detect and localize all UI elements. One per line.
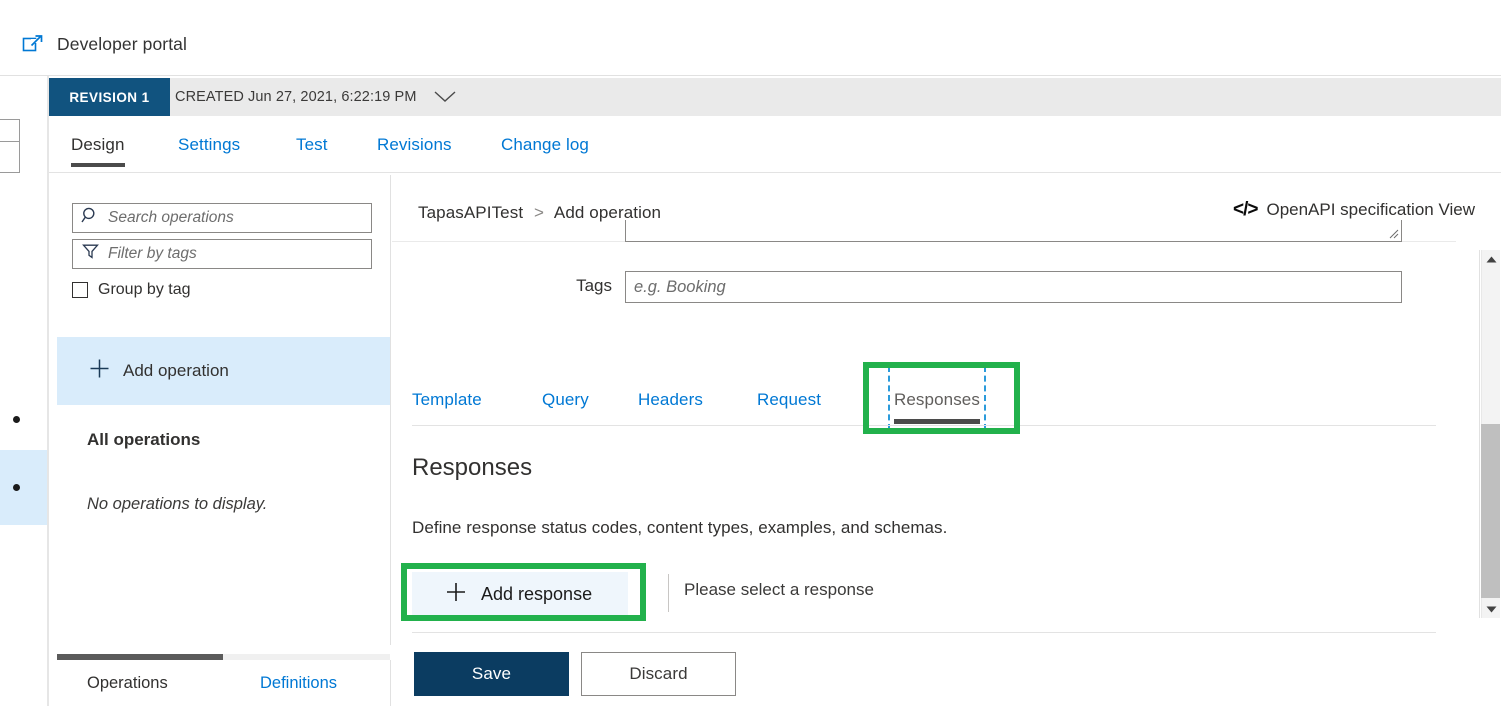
description-textarea[interactable] bbox=[625, 220, 1402, 242]
funnel-icon bbox=[81, 242, 100, 266]
tab-test-label: Test bbox=[296, 134, 328, 154]
subtab-request[interactable]: Request bbox=[757, 374, 821, 426]
tab-change-log[interactable]: Change log bbox=[501, 116, 589, 173]
all-operations-heading: All operations bbox=[87, 430, 201, 449]
discard-button[interactable]: Discard bbox=[581, 652, 736, 696]
search-placeholder: Search operations bbox=[108, 209, 234, 226]
group-by-tag-label: Group by tag bbox=[98, 281, 191, 298]
tags-input[interactable]: e.g. Booking bbox=[625, 271, 1402, 303]
tags-label: Tags bbox=[576, 276, 612, 295]
developer-portal-link[interactable]: Developer portal bbox=[22, 33, 187, 55]
developer-portal-label: Developer portal bbox=[57, 33, 188, 54]
subtab-query-label: Query bbox=[542, 390, 589, 409]
edge-bullet-1 bbox=[13, 416, 20, 423]
tab-operations[interactable]: Operations bbox=[87, 660, 168, 706]
tab-revisions[interactable]: Revisions bbox=[377, 116, 452, 173]
resize-handle-icon[interactable] bbox=[1387, 227, 1399, 239]
plus-icon bbox=[89, 358, 110, 384]
response-divider bbox=[668, 574, 669, 612]
content-right-edge bbox=[1479, 250, 1480, 618]
scroll-up-arrow-icon[interactable] bbox=[1482, 250, 1501, 268]
code-brackets-icon: </> bbox=[1232, 199, 1259, 220]
save-button[interactable]: Save bbox=[414, 652, 569, 696]
subtab-query[interactable]: Query bbox=[542, 374, 589, 426]
tags-placeholder: e.g. Booking bbox=[634, 277, 726, 296]
filter-by-tags-input[interactable]: Filter by tags bbox=[72, 239, 372, 269]
tab-design-label: Design bbox=[71, 134, 125, 154]
highlight-box-responses-tab bbox=[863, 362, 1020, 434]
breadcrumb-root[interactable]: TapasAPITest bbox=[418, 203, 523, 222]
tab-test[interactable]: Test bbox=[296, 116, 328, 173]
response-selection-hint: Please select a response bbox=[684, 580, 874, 599]
form-scroll-area: Tags e.g. Booking Template Query Headers… bbox=[392, 220, 1456, 697]
action-button-bar: Save Discard bbox=[414, 652, 736, 696]
main-content: TapasAPITest > Add operation </> OpenAPI… bbox=[392, 175, 1501, 706]
filter-placeholder: Filter by tags bbox=[108, 245, 197, 262]
no-operations-message: No operations to display. bbox=[87, 495, 268, 513]
tab-change-log-label: Change log bbox=[501, 134, 589, 154]
tab-design[interactable]: Design bbox=[71, 116, 125, 173]
tab-definitions[interactable]: Definitions bbox=[260, 660, 337, 706]
add-operation-button[interactable]: Add operation bbox=[57, 337, 390, 405]
breadcrumb-separator: > bbox=[533, 203, 545, 222]
scroll-down-arrow-icon[interactable] bbox=[1482, 600, 1501, 618]
main-tab-divider bbox=[49, 172, 1501, 173]
checkbox-box bbox=[72, 282, 88, 298]
main-tab-bar: Design Settings Test Revisions Change lo… bbox=[49, 116, 1501, 173]
subtab-template-label: Template bbox=[412, 390, 482, 409]
subtab-request-label: Request bbox=[757, 390, 822, 409]
tab-underline bbox=[71, 163, 125, 167]
subtab-headers[interactable]: Headers bbox=[638, 374, 703, 426]
responses-section-title: Responses bbox=[412, 454, 533, 481]
operations-panel-footer: Operations Definitions bbox=[57, 660, 391, 706]
edge-partial-box-2 bbox=[0, 141, 20, 173]
operations-panel: Search operations Filter by tags Group b… bbox=[57, 175, 391, 645]
subtab-headers-label: Headers bbox=[638, 390, 703, 409]
responses-section-description: Define response status codes, content ty… bbox=[412, 518, 948, 537]
subtab-template[interactable]: Template bbox=[412, 374, 482, 426]
app-root: Developer portal REVISION 1 CREATED Jun … bbox=[0, 0, 1501, 706]
openapi-view-label: OpenAPI specification View bbox=[1266, 200, 1475, 219]
group-by-tag-checkbox[interactable]: Group by tag bbox=[72, 281, 191, 299]
top-divider bbox=[0, 75, 1501, 76]
revision-badge: REVISION 1 bbox=[49, 78, 170, 116]
add-operation-label: Add operation bbox=[123, 361, 229, 380]
responses-bottom-divider bbox=[412, 632, 1436, 633]
search-icon bbox=[81, 206, 100, 230]
content-vscrollbar-thumb[interactable] bbox=[1481, 424, 1500, 598]
edge-highlight-band bbox=[0, 450, 47, 525]
chevron-down-icon[interactable] bbox=[430, 78, 460, 116]
openapi-specification-view-link[interactable]: </> OpenAPI specification View bbox=[1233, 199, 1475, 221]
edge-bullet-2 bbox=[13, 484, 20, 491]
highlight-box-add-response bbox=[401, 563, 646, 621]
tab-settings[interactable]: Settings bbox=[178, 116, 240, 173]
search-input[interactable]: Search operations bbox=[72, 203, 372, 233]
tags-row: Tags e.g. Booking bbox=[392, 271, 1402, 303]
tab-settings-label: Settings bbox=[178, 134, 241, 154]
external-link-icon bbox=[22, 33, 44, 55]
tab-revisions-label: Revisions bbox=[377, 134, 452, 154]
revision-created-text: CREATED Jun 27, 2021, 6:22:19 PM bbox=[175, 89, 417, 105]
